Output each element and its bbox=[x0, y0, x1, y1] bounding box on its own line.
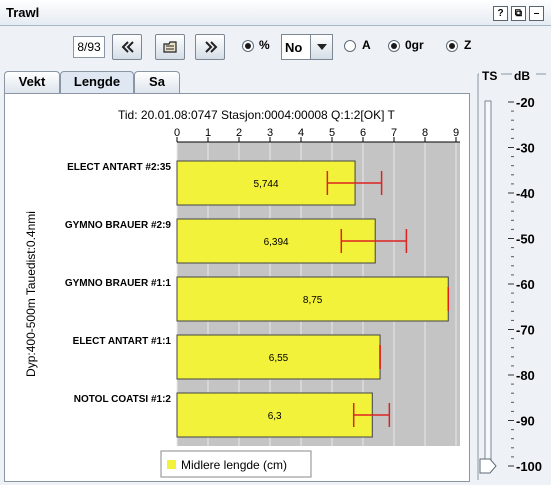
percent-radio[interactable] bbox=[242, 40, 254, 52]
category-label: GYMNO BRAUER #2:9 bbox=[65, 220, 172, 231]
bar-value-label: 6,3 bbox=[268, 411, 282, 422]
length-bar-chart: Tid: 20.01.08:0747 Stasjon:0004:00008 Q:… bbox=[24, 108, 460, 478]
folder-button[interactable] bbox=[155, 34, 185, 60]
x-tick-label: 2 bbox=[236, 127, 242, 139]
db-tick-label: -70 bbox=[516, 323, 535, 338]
page-number-field[interactable]: 8/93 bbox=[73, 36, 105, 58]
chevron-down-icon[interactable] bbox=[310, 35, 332, 59]
bar-value-label: 5,744 bbox=[254, 179, 279, 190]
double-chevron-left-icon bbox=[121, 41, 134, 53]
category-label: NOTOL COATSI #1:2 bbox=[74, 394, 172, 405]
db-label: dB bbox=[514, 69, 530, 83]
percent-label: % bbox=[259, 38, 270, 52]
x-tick-label: 6 bbox=[360, 127, 366, 139]
tab-vekt[interactable]: Vekt bbox=[4, 71, 60, 93]
option-0gr-label: 0gr bbox=[405, 38, 424, 52]
y-axis-label: Dyp:400-500m Tauedist:0.4nmi bbox=[24, 211, 38, 377]
option-0gr-radio[interactable] bbox=[388, 40, 400, 52]
category-label: GYMNO BRAUER #1:1 bbox=[65, 278, 172, 289]
db-tick-label: -50 bbox=[516, 232, 535, 247]
x-tick-label: 1 bbox=[205, 127, 211, 139]
title-bar: Trawl ? ⧉ – bbox=[0, 0, 551, 26]
category-label: ELECT ANTART #2:35 bbox=[67, 162, 171, 173]
option-z-label: Z bbox=[464, 38, 472, 52]
ts-label: TS bbox=[482, 69, 497, 83]
x-tick-label: 7 bbox=[391, 127, 397, 139]
ts-scale: TS dB -20 -30 -40 -50 -60 -70 -80 -90 -100 bbox=[477, 68, 546, 480]
db-tick-label: -60 bbox=[516, 277, 535, 292]
option-a-label: A bbox=[362, 38, 371, 52]
chart-header: Tid: 20.01.08:0747 Stasjon:0004:00008 Q:… bbox=[118, 108, 396, 122]
minimize-button[interactable]: – bbox=[529, 6, 544, 21]
x-tick-label: 0 bbox=[174, 127, 180, 139]
category-label: ELECT ANTART #1:1 bbox=[73, 336, 172, 347]
option-z-radio[interactable] bbox=[446, 40, 458, 52]
db-tick-label: -100 bbox=[516, 459, 542, 474]
db-tick-label: -20 bbox=[516, 95, 535, 110]
previous-button[interactable] bbox=[112, 34, 142, 60]
dropdown-value: No bbox=[285, 40, 303, 55]
legend-swatch bbox=[167, 460, 176, 469]
x-tick-label: 3 bbox=[267, 127, 273, 139]
legend-label: Midlere lengde (cm) bbox=[181, 458, 287, 472]
next-button[interactable] bbox=[195, 34, 225, 60]
bar-value-label: 8,75 bbox=[303, 295, 323, 306]
toolbar: 8/93 % No A 0gr Z bbox=[0, 26, 551, 66]
db-tick-label: -90 bbox=[516, 414, 535, 429]
db-tick-label: -40 bbox=[516, 186, 535, 201]
chart-panel: Tid: 20.01.08:0747 Stasjon:0004:00008 Q:… bbox=[4, 93, 470, 482]
x-tick-label: 9 bbox=[453, 127, 459, 139]
db-tick-label: -80 bbox=[516, 368, 535, 383]
x-tick-label: 4 bbox=[298, 127, 304, 139]
ts-slider-track bbox=[484, 100, 492, 468]
tab-lengde[interactable]: Lengde bbox=[60, 71, 134, 94]
db-tick-label: -30 bbox=[516, 141, 535, 156]
bar-value-label: 6,394 bbox=[264, 237, 289, 248]
ts-slider-thumb[interactable] bbox=[479, 458, 497, 474]
window-title: Trawl bbox=[6, 5, 40, 20]
option-a-radio[interactable] bbox=[344, 40, 356, 52]
help-button[interactable]: ? bbox=[493, 6, 508, 21]
tab-sa[interactable]: Sa bbox=[134, 71, 180, 93]
x-tick-label: 8 bbox=[422, 127, 428, 139]
ts-panel: TS dB -20 -30 -40 -50 -60 -70 -80 -90 -100 bbox=[474, 66, 549, 482]
x-tick-label: 5 bbox=[329, 127, 335, 139]
double-chevron-right-icon bbox=[205, 41, 218, 53]
bar-value-label: 6,55 bbox=[269, 353, 289, 364]
no-dropdown[interactable]: No bbox=[281, 34, 333, 60]
folder-icon bbox=[163, 41, 177, 53]
restore-button[interactable]: ⧉ bbox=[511, 6, 526, 21]
